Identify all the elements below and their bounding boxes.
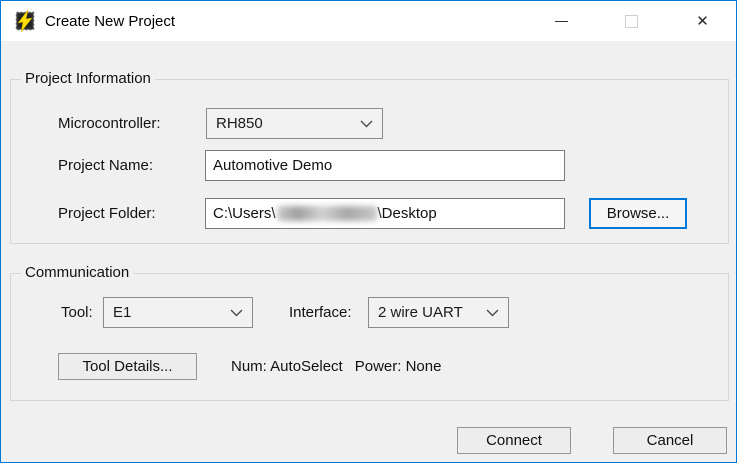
minimize-icon: [555, 21, 568, 22]
close-icon: ✕: [696, 14, 709, 29]
interface-value: 2 wire UART: [378, 304, 463, 321]
chevron-down-icon: [360, 120, 373, 128]
tool-value: E1: [113, 304, 131, 321]
tool-status-line: Num: AutoSelect Power: None: [231, 353, 441, 380]
folder-path-prefix: C:\Users\: [213, 205, 276, 222]
chevron-down-icon: [230, 309, 243, 317]
microcontroller-dropdown[interactable]: RH850: [206, 108, 383, 139]
interface-dropdown[interactable]: 2 wire UART: [368, 297, 509, 328]
window-title: Create New Project: [45, 1, 175, 41]
redacted-username: [277, 206, 377, 221]
maximize-button-disabled: [609, 1, 654, 41]
minimize-button[interactable]: [539, 1, 584, 41]
cancel-button[interactable]: Cancel: [613, 427, 727, 454]
status-power: Power: None: [355, 358, 442, 375]
communication-group: Communication: [10, 273, 729, 401]
title-bar[interactable]: Create New Project ✕: [1, 1, 736, 41]
communication-group-label: Communication: [21, 264, 133, 281]
project-folder-input[interactable]: C:\Users\ \Desktop: [205, 198, 565, 229]
project-name-input[interactable]: [205, 150, 565, 181]
status-num: Num: AutoSelect: [231, 358, 343, 375]
flash-programmer-app-icon: [14, 10, 36, 32]
maximize-icon: [625, 15, 638, 28]
interface-label: Interface:: [289, 297, 352, 328]
chevron-down-icon: [486, 309, 499, 317]
microcontroller-label: Microcontroller:: [58, 108, 161, 139]
create-new-project-dialog: Create New Project ✕ Project Information…: [0, 0, 737, 463]
project-name-label: Project Name:: [58, 150, 153, 181]
tool-dropdown[interactable]: E1: [103, 297, 253, 328]
folder-path-suffix: \Desktop: [378, 205, 437, 222]
tool-label: Tool:: [61, 297, 93, 328]
close-button[interactable]: ✕: [680, 1, 725, 41]
microcontroller-value: RH850: [216, 115, 263, 132]
project-folder-label: Project Folder:: [58, 198, 156, 229]
tool-details-button[interactable]: Tool Details...: [58, 353, 197, 380]
project-information-group-label: Project Information: [21, 70, 155, 87]
connect-button[interactable]: Connect: [457, 427, 571, 454]
browse-button[interactable]: Browse...: [589, 198, 687, 229]
